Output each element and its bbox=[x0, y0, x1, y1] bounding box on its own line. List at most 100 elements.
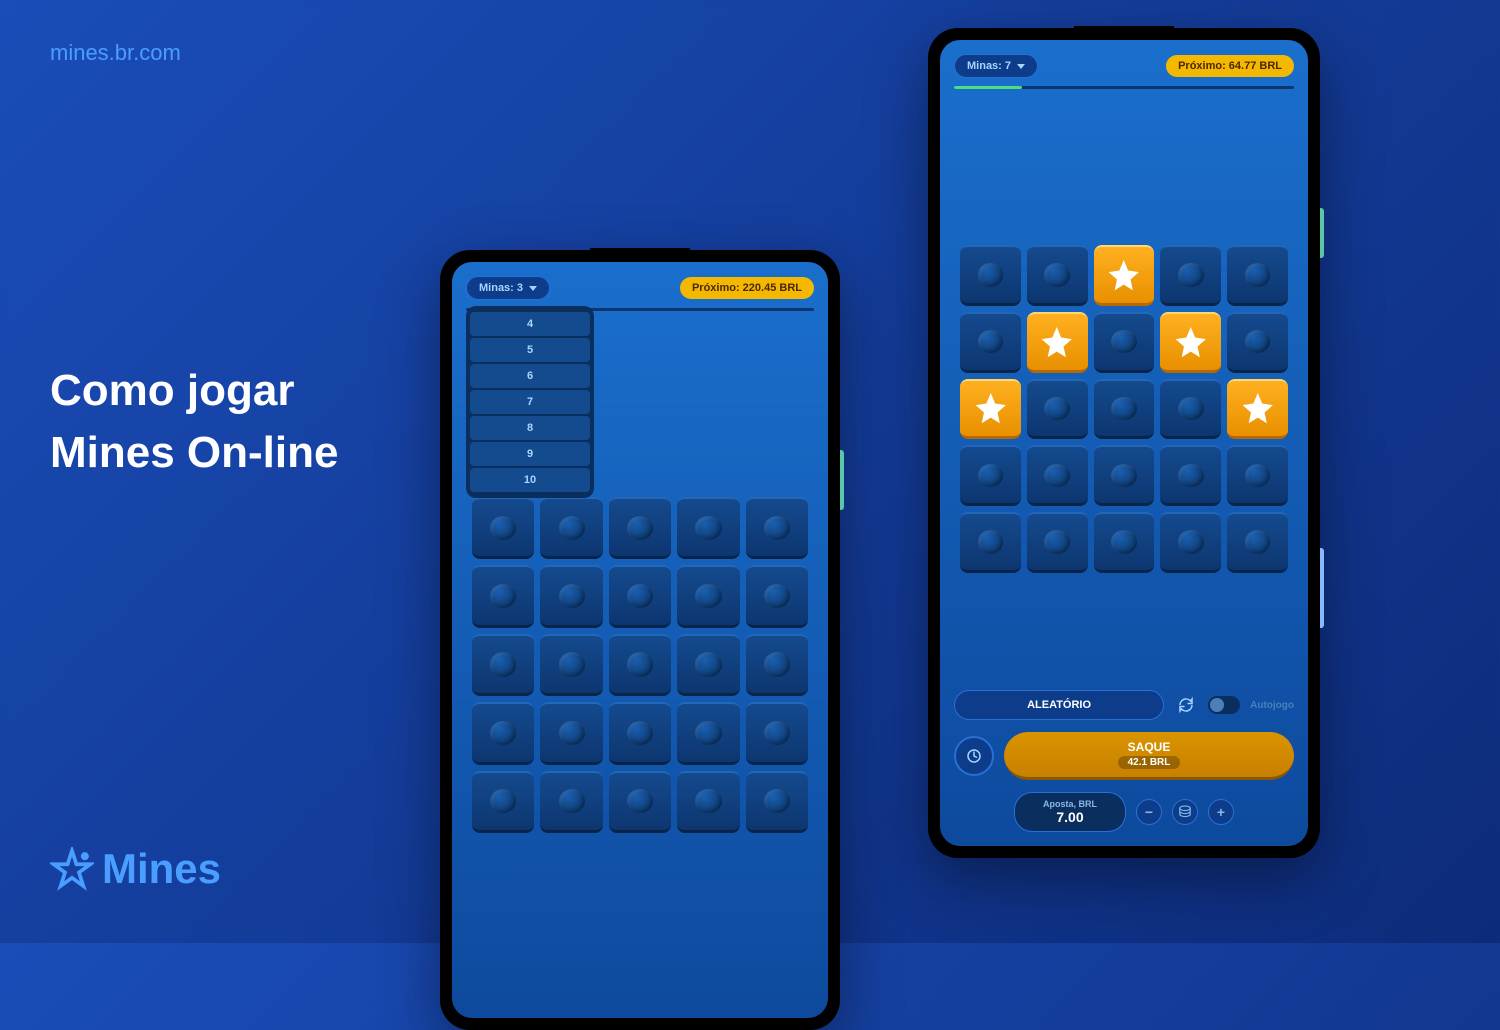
grid-tile[interactable] bbox=[1227, 245, 1288, 306]
grid-tile[interactable] bbox=[746, 497, 808, 559]
grid-tile[interactable] bbox=[677, 771, 739, 833]
grid-tile[interactable] bbox=[1160, 512, 1221, 573]
refresh-icon[interactable] bbox=[1174, 693, 1198, 717]
dropdown-option[interactable]: 7 bbox=[470, 390, 590, 414]
grid-tile[interactable] bbox=[540, 497, 602, 559]
progress-fill bbox=[954, 86, 1022, 89]
grid-tile[interactable] bbox=[1027, 245, 1088, 306]
grid-tile[interactable] bbox=[1094, 312, 1155, 373]
grid-tile[interactable] bbox=[746, 634, 808, 696]
grid-tile[interactable] bbox=[1094, 445, 1155, 506]
game-controls: ALEATÓRIO Autojogo SAQUE 42.1 BRL Aposta bbox=[954, 690, 1294, 832]
logo: Mines bbox=[50, 845, 221, 893]
grid-tile[interactable] bbox=[472, 634, 534, 696]
mines-selector[interactable]: Minas: 7 bbox=[954, 54, 1038, 78]
tile-dot bbox=[764, 789, 790, 813]
autoplay-label: Autojogo bbox=[1250, 700, 1294, 711]
bet-decrease-button[interactable]: − bbox=[1136, 799, 1162, 825]
dropdown-option[interactable]: 10 bbox=[470, 468, 590, 492]
tile-dot bbox=[627, 789, 653, 813]
next-payout-badge: Próximo: 64.77 BRL bbox=[1166, 55, 1294, 77]
grid-tile[interactable] bbox=[1227, 379, 1288, 440]
grid-tile[interactable] bbox=[1227, 445, 1288, 506]
grid-tile[interactable] bbox=[960, 512, 1021, 573]
grid-tile[interactable] bbox=[746, 702, 808, 764]
replay-button[interactable] bbox=[954, 736, 994, 776]
grid-tile[interactable] bbox=[540, 702, 602, 764]
dropdown-option[interactable]: 5 bbox=[470, 338, 590, 362]
dropdown-option[interactable]: 4 bbox=[470, 312, 590, 336]
grid-tile[interactable] bbox=[960, 312, 1021, 373]
grid-tile[interactable] bbox=[472, 497, 534, 559]
grid-tile[interactable] bbox=[1094, 379, 1155, 440]
bet-amount-box: Aposta, BRL 7.00 bbox=[1014, 792, 1126, 832]
grid-tile[interactable] bbox=[677, 702, 739, 764]
dropdown-option[interactable]: 8 bbox=[470, 416, 590, 440]
grid-tile[interactable] bbox=[609, 771, 671, 833]
cashout-button[interactable]: SAQUE 42.1 BRL bbox=[1004, 732, 1294, 780]
mines-dropdown-list: 4 5 6 7 8 9 10 bbox=[466, 306, 594, 498]
tile-dot bbox=[764, 721, 790, 745]
grid-tile[interactable] bbox=[677, 497, 739, 559]
grid-tile[interactable] bbox=[472, 702, 534, 764]
grid-tile[interactable] bbox=[960, 445, 1021, 506]
grid-tile[interactable] bbox=[1160, 312, 1221, 373]
grid-tile[interactable] bbox=[677, 565, 739, 627]
mines-selector[interactable]: Minas: 3 bbox=[466, 276, 550, 300]
tile-dot bbox=[1178, 263, 1204, 286]
grid-tile[interactable] bbox=[1160, 379, 1221, 440]
grid-tile[interactable] bbox=[609, 702, 671, 764]
grid-tile[interactable] bbox=[472, 771, 534, 833]
grid-tile[interactable] bbox=[472, 565, 534, 627]
bet-increase-button[interactable]: + bbox=[1208, 799, 1234, 825]
grid-tile[interactable] bbox=[1094, 245, 1155, 306]
mines-grid bbox=[954, 239, 1294, 579]
grid-tile[interactable] bbox=[609, 565, 671, 627]
grid-tile[interactable] bbox=[960, 245, 1021, 306]
tile-dot bbox=[1245, 530, 1271, 553]
grid-tile[interactable] bbox=[677, 634, 739, 696]
bet-preset-button[interactable] bbox=[1172, 799, 1198, 825]
topbar: Minas: 7 Próximo: 64.77 BRL bbox=[954, 54, 1294, 78]
tile-dot bbox=[1044, 530, 1070, 553]
tile-dot bbox=[764, 652, 790, 676]
tile-dot bbox=[1044, 263, 1070, 286]
grid-tile[interactable] bbox=[1160, 445, 1221, 506]
grid-tile[interactable] bbox=[1027, 445, 1088, 506]
dropdown-option[interactable]: 9 bbox=[470, 442, 590, 466]
grid-tile[interactable] bbox=[540, 565, 602, 627]
tile-dot bbox=[1044, 464, 1070, 487]
grid-tile[interactable] bbox=[609, 634, 671, 696]
tile-dot bbox=[1245, 464, 1271, 487]
tile-dot bbox=[627, 516, 653, 540]
grid-tile[interactable] bbox=[1027, 312, 1088, 373]
grid-tile[interactable] bbox=[540, 771, 602, 833]
grid-tile[interactable] bbox=[1160, 245, 1221, 306]
tile-dot bbox=[695, 652, 721, 676]
hero-title: Como jogar Mines On-line bbox=[50, 360, 338, 483]
grid-tile[interactable] bbox=[609, 497, 671, 559]
tile-dot bbox=[1111, 530, 1137, 553]
grid-tile[interactable] bbox=[1027, 379, 1088, 440]
grid-tile[interactable] bbox=[1227, 512, 1288, 573]
tile-dot bbox=[627, 652, 653, 676]
random-button[interactable]: ALEATÓRIO bbox=[954, 690, 1164, 720]
cashout-label: SAQUE bbox=[1012, 740, 1286, 754]
grid-tile[interactable] bbox=[1027, 512, 1088, 573]
tile-dot bbox=[627, 584, 653, 608]
tile-dot bbox=[490, 584, 516, 608]
grid-tile[interactable] bbox=[540, 634, 602, 696]
phone-left-screen: Minas: 3 Próximo: 220.45 BRL 4 5 6 7 8 9… bbox=[452, 262, 828, 1018]
tile-dot bbox=[695, 516, 721, 540]
hero-line2: Mines On-line bbox=[50, 422, 338, 484]
tile-dot bbox=[1111, 397, 1137, 420]
grid-tile[interactable] bbox=[1227, 312, 1288, 373]
grid-tile[interactable] bbox=[1094, 512, 1155, 573]
dropdown-option[interactable]: 6 bbox=[470, 364, 590, 388]
tile-dot bbox=[978, 464, 1004, 487]
tile-dot bbox=[559, 516, 585, 540]
grid-tile[interactable] bbox=[746, 565, 808, 627]
grid-tile[interactable] bbox=[746, 771, 808, 833]
autoplay-toggle[interactable] bbox=[1208, 696, 1240, 714]
grid-tile[interactable] bbox=[960, 379, 1021, 440]
